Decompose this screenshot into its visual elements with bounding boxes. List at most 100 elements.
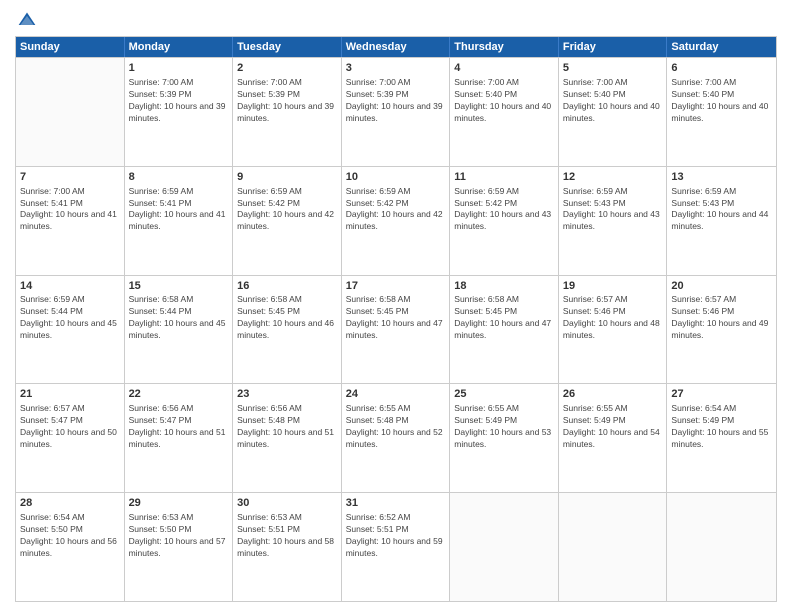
- calendar-cell: 23Sunrise: 6:56 AM Sunset: 5:48 PM Dayli…: [233, 384, 342, 492]
- day-info: Sunrise: 6:58 AM Sunset: 5:45 PM Dayligh…: [237, 294, 337, 342]
- calendar-cell: 22Sunrise: 6:56 AM Sunset: 5:47 PM Dayli…: [125, 384, 234, 492]
- day-number: 27: [671, 387, 772, 402]
- day-info: Sunrise: 6:53 AM Sunset: 5:50 PM Dayligh…: [129, 512, 229, 560]
- calendar-cell: 4Sunrise: 7:00 AM Sunset: 5:40 PM Daylig…: [450, 58, 559, 166]
- calendar-cell: 25Sunrise: 6:55 AM Sunset: 5:49 PM Dayli…: [450, 384, 559, 492]
- calendar-cell: 26Sunrise: 6:55 AM Sunset: 5:49 PM Dayli…: [559, 384, 668, 492]
- calendar-cell: 1Sunrise: 7:00 AM Sunset: 5:39 PM Daylig…: [125, 58, 234, 166]
- calendar-cell: 16Sunrise: 6:58 AM Sunset: 5:45 PM Dayli…: [233, 276, 342, 384]
- calendar-cell: 15Sunrise: 6:58 AM Sunset: 5:44 PM Dayli…: [125, 276, 234, 384]
- day-number: 26: [563, 387, 663, 402]
- weekday-header-wednesday: Wednesday: [342, 37, 451, 57]
- day-number: 24: [346, 387, 446, 402]
- day-info: Sunrise: 6:55 AM Sunset: 5:49 PM Dayligh…: [454, 403, 554, 451]
- calendar-week-3: 14Sunrise: 6:59 AM Sunset: 5:44 PM Dayli…: [16, 275, 776, 384]
- day-number: 6: [671, 61, 772, 76]
- day-info: Sunrise: 6:56 AM Sunset: 5:47 PM Dayligh…: [129, 403, 229, 451]
- logo-icon: [17, 10, 37, 30]
- day-info: Sunrise: 6:59 AM Sunset: 5:42 PM Dayligh…: [346, 186, 446, 234]
- calendar-cell: 29Sunrise: 6:53 AM Sunset: 5:50 PM Dayli…: [125, 493, 234, 601]
- day-info: Sunrise: 6:59 AM Sunset: 5:44 PM Dayligh…: [20, 294, 120, 342]
- day-info: Sunrise: 7:00 AM Sunset: 5:39 PM Dayligh…: [237, 77, 337, 125]
- day-info: Sunrise: 6:59 AM Sunset: 5:42 PM Dayligh…: [237, 186, 337, 234]
- calendar-cell: 20Sunrise: 6:57 AM Sunset: 5:46 PM Dayli…: [667, 276, 776, 384]
- weekday-header-monday: Monday: [125, 37, 234, 57]
- calendar-header-row: SundayMondayTuesdayWednesdayThursdayFrid…: [16, 37, 776, 57]
- calendar-cell: 31Sunrise: 6:52 AM Sunset: 5:51 PM Dayli…: [342, 493, 451, 601]
- day-info: Sunrise: 6:58 AM Sunset: 5:45 PM Dayligh…: [454, 294, 554, 342]
- day-number: 9: [237, 170, 337, 185]
- calendar-cell: 2Sunrise: 7:00 AM Sunset: 5:39 PM Daylig…: [233, 58, 342, 166]
- calendar-cell: 30Sunrise: 6:53 AM Sunset: 5:51 PM Dayli…: [233, 493, 342, 601]
- day-number: 30: [237, 496, 337, 511]
- day-number: 17: [346, 279, 446, 294]
- day-number: 20: [671, 279, 772, 294]
- day-info: Sunrise: 6:59 AM Sunset: 5:43 PM Dayligh…: [671, 186, 772, 234]
- calendar-cell: [667, 493, 776, 601]
- day-number: 14: [20, 279, 120, 294]
- day-info: Sunrise: 6:52 AM Sunset: 5:51 PM Dayligh…: [346, 512, 446, 560]
- day-number: 13: [671, 170, 772, 185]
- day-number: 16: [237, 279, 337, 294]
- day-number: 11: [454, 170, 554, 185]
- day-number: 4: [454, 61, 554, 76]
- day-info: Sunrise: 6:57 AM Sunset: 5:47 PM Dayligh…: [20, 403, 120, 451]
- calendar-cell: 5Sunrise: 7:00 AM Sunset: 5:40 PM Daylig…: [559, 58, 668, 166]
- day-number: 8: [129, 170, 229, 185]
- day-number: 1: [129, 61, 229, 76]
- day-info: Sunrise: 7:00 AM Sunset: 5:41 PM Dayligh…: [20, 186, 120, 234]
- header: [15, 10, 777, 30]
- calendar-cell: 19Sunrise: 6:57 AM Sunset: 5:46 PM Dayli…: [559, 276, 668, 384]
- day-info: Sunrise: 6:57 AM Sunset: 5:46 PM Dayligh…: [563, 294, 663, 342]
- day-number: 31: [346, 496, 446, 511]
- weekday-header-tuesday: Tuesday: [233, 37, 342, 57]
- calendar-cell: 12Sunrise: 6:59 AM Sunset: 5:43 PM Dayli…: [559, 167, 668, 275]
- day-info: Sunrise: 6:56 AM Sunset: 5:48 PM Dayligh…: [237, 403, 337, 451]
- calendar-week-2: 7Sunrise: 7:00 AM Sunset: 5:41 PM Daylig…: [16, 166, 776, 275]
- day-info: Sunrise: 7:00 AM Sunset: 5:39 PM Dayligh…: [129, 77, 229, 125]
- calendar-cell: [559, 493, 668, 601]
- day-info: Sunrise: 7:00 AM Sunset: 5:39 PM Dayligh…: [346, 77, 446, 125]
- weekday-header-saturday: Saturday: [667, 37, 776, 57]
- day-info: Sunrise: 7:00 AM Sunset: 5:40 PM Dayligh…: [454, 77, 554, 125]
- logo: [15, 10, 41, 30]
- calendar-cell: 8Sunrise: 6:59 AM Sunset: 5:41 PM Daylig…: [125, 167, 234, 275]
- calendar-cell: 17Sunrise: 6:58 AM Sunset: 5:45 PM Dayli…: [342, 276, 451, 384]
- day-info: Sunrise: 6:53 AM Sunset: 5:51 PM Dayligh…: [237, 512, 337, 560]
- calendar-cell: 11Sunrise: 6:59 AM Sunset: 5:42 PM Dayli…: [450, 167, 559, 275]
- day-number: 29: [129, 496, 229, 511]
- day-number: 5: [563, 61, 663, 76]
- calendar-cell: 6Sunrise: 7:00 AM Sunset: 5:40 PM Daylig…: [667, 58, 776, 166]
- calendar-cell: 13Sunrise: 6:59 AM Sunset: 5:43 PM Dayli…: [667, 167, 776, 275]
- day-info: Sunrise: 6:54 AM Sunset: 5:49 PM Dayligh…: [671, 403, 772, 451]
- day-info: Sunrise: 6:58 AM Sunset: 5:44 PM Dayligh…: [129, 294, 229, 342]
- page: SundayMondayTuesdayWednesdayThursdayFrid…: [0, 0, 792, 612]
- calendar-week-5: 28Sunrise: 6:54 AM Sunset: 5:50 PM Dayli…: [16, 492, 776, 601]
- calendar-cell: 10Sunrise: 6:59 AM Sunset: 5:42 PM Dayli…: [342, 167, 451, 275]
- day-info: Sunrise: 6:54 AM Sunset: 5:50 PM Dayligh…: [20, 512, 120, 560]
- day-number: 23: [237, 387, 337, 402]
- day-info: Sunrise: 6:58 AM Sunset: 5:45 PM Dayligh…: [346, 294, 446, 342]
- calendar-cell: 18Sunrise: 6:58 AM Sunset: 5:45 PM Dayli…: [450, 276, 559, 384]
- day-number: 28: [20, 496, 120, 511]
- weekday-header-thursday: Thursday: [450, 37, 559, 57]
- calendar-body: 1Sunrise: 7:00 AM Sunset: 5:39 PM Daylig…: [16, 57, 776, 601]
- day-number: 3: [346, 61, 446, 76]
- calendar-cell: 9Sunrise: 6:59 AM Sunset: 5:42 PM Daylig…: [233, 167, 342, 275]
- calendar-cell: 27Sunrise: 6:54 AM Sunset: 5:49 PM Dayli…: [667, 384, 776, 492]
- weekday-header-sunday: Sunday: [16, 37, 125, 57]
- calendar: SundayMondayTuesdayWednesdayThursdayFrid…: [15, 36, 777, 602]
- calendar-week-4: 21Sunrise: 6:57 AM Sunset: 5:47 PM Dayli…: [16, 383, 776, 492]
- day-info: Sunrise: 6:59 AM Sunset: 5:43 PM Dayligh…: [563, 186, 663, 234]
- day-number: 10: [346, 170, 446, 185]
- calendar-week-1: 1Sunrise: 7:00 AM Sunset: 5:39 PM Daylig…: [16, 57, 776, 166]
- day-info: Sunrise: 6:57 AM Sunset: 5:46 PM Dayligh…: [671, 294, 772, 342]
- day-info: Sunrise: 6:55 AM Sunset: 5:48 PM Dayligh…: [346, 403, 446, 451]
- day-number: 12: [563, 170, 663, 185]
- day-info: Sunrise: 7:00 AM Sunset: 5:40 PM Dayligh…: [671, 77, 772, 125]
- calendar-cell: 24Sunrise: 6:55 AM Sunset: 5:48 PM Dayli…: [342, 384, 451, 492]
- calendar-cell: [450, 493, 559, 601]
- calendar-cell: 3Sunrise: 7:00 AM Sunset: 5:39 PM Daylig…: [342, 58, 451, 166]
- day-number: 22: [129, 387, 229, 402]
- calendar-cell: 14Sunrise: 6:59 AM Sunset: 5:44 PM Dayli…: [16, 276, 125, 384]
